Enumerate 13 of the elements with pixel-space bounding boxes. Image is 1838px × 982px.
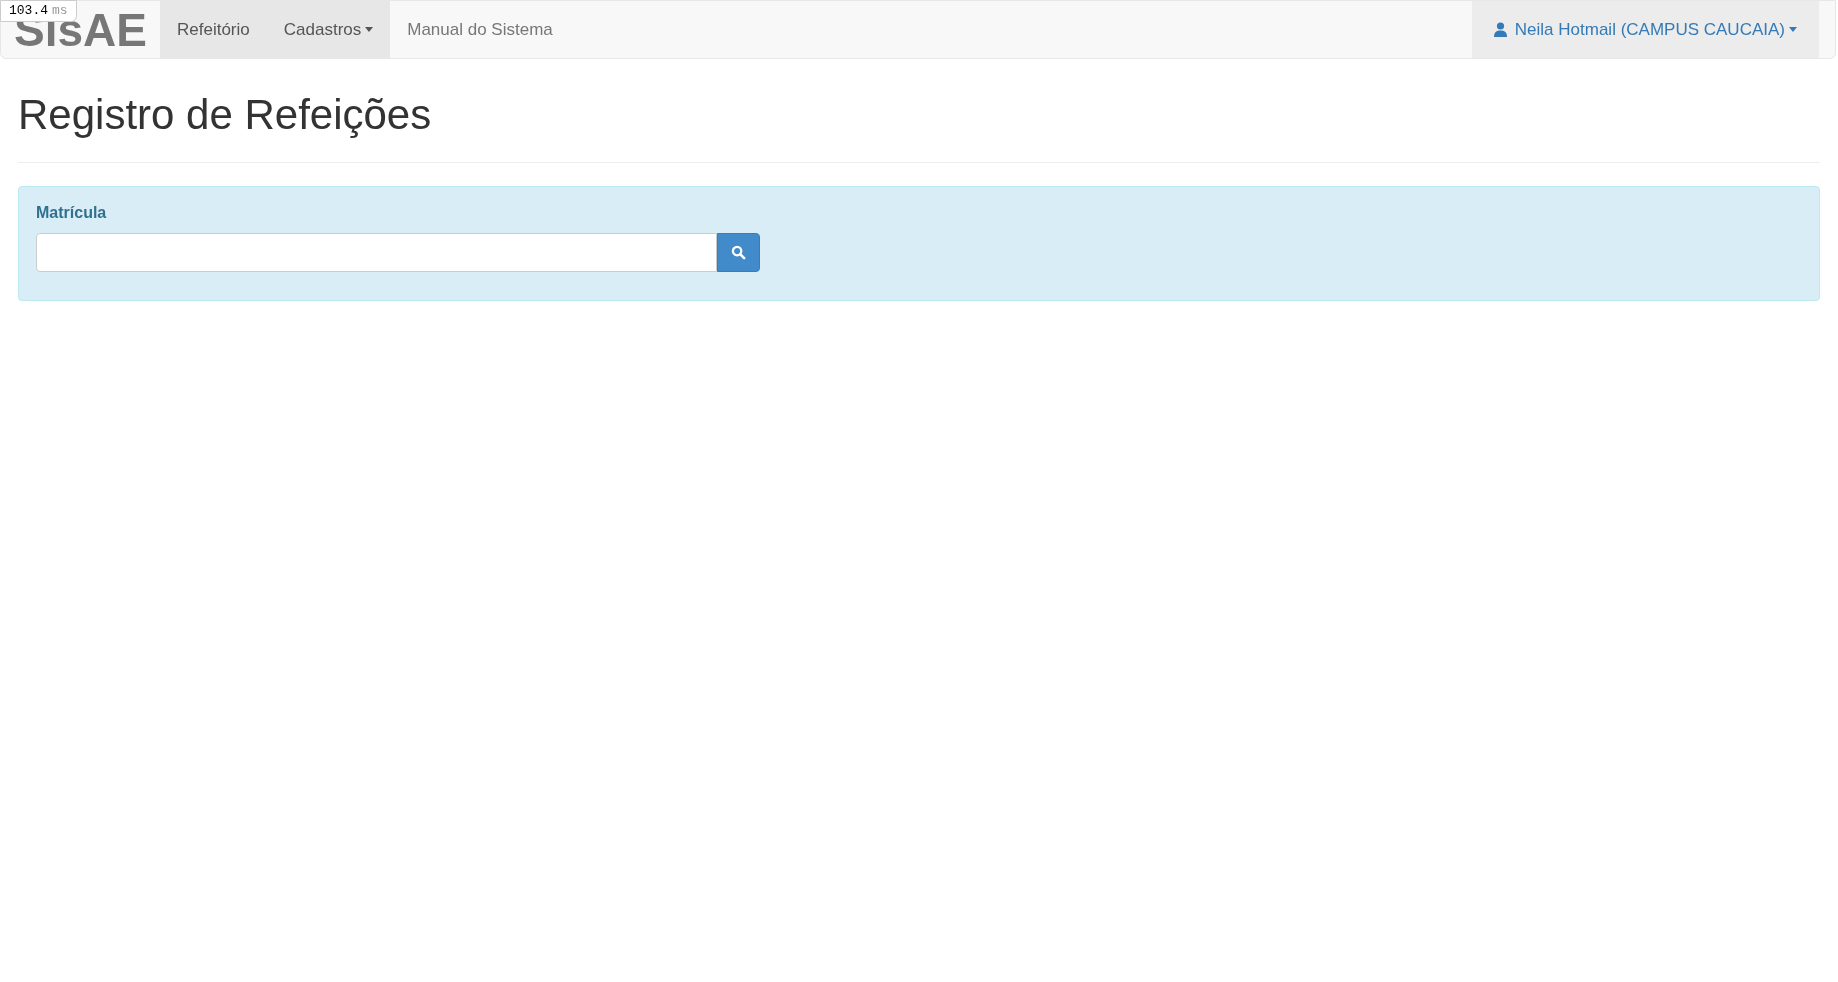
user-icon <box>1493 22 1507 37</box>
caret-icon <box>1789 27 1797 32</box>
timing-tooltip: 103.4 ms <box>0 0 77 22</box>
nav-link[interactable]: Refeitório <box>160 1 267 58</box>
page-title: Registro de Refeições <box>18 90 433 140</box>
nav-link[interactable]: Manual do Sistema <box>390 1 570 58</box>
registration-input[interactable] <box>36 232 717 272</box>
caret-icon <box>365 27 374 32</box>
search-icon <box>731 244 746 260</box>
search-button[interactable] <box>717 232 760 272</box>
field-label: Matrícula <box>36 202 108 223</box>
nav-link[interactable]: Cadastros <box>266 1 391 58</box>
user-menu[interactable]: Neila Hotmail (CAMPUS CAUCAIA) <box>1471 1 1819 58</box>
